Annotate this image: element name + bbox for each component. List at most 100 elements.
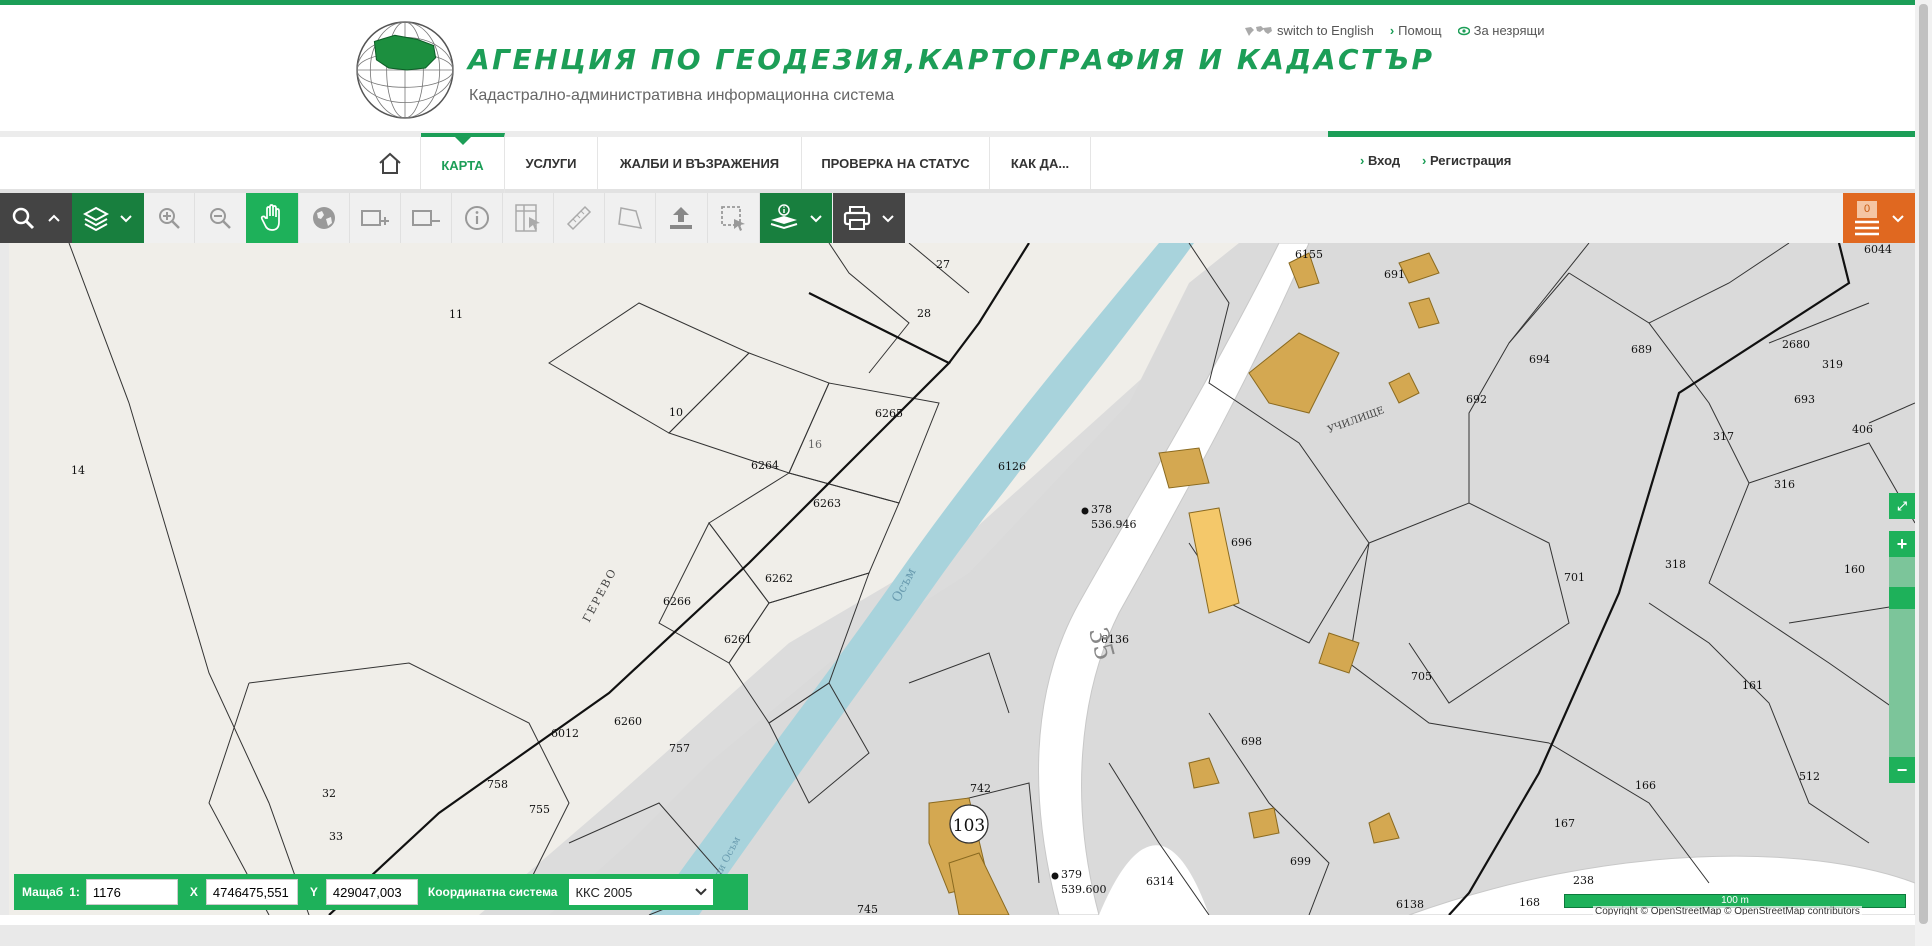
x-label: X xyxy=(189,885,198,899)
header-links: switch to English › Помощ За незрящи xyxy=(1243,23,1544,38)
chevron-right-icon: › xyxy=(1389,23,1395,38)
menu-lines-icon xyxy=(1855,220,1879,236)
parcel-number-label: 317 xyxy=(1713,430,1734,443)
block-number: 103 xyxy=(953,816,985,836)
street-gerevo-label: ГЕРЕВО xyxy=(580,565,620,624)
y-label: Y xyxy=(309,885,318,899)
parcel-number-label: 6044 xyxy=(1864,243,1892,256)
cadastral-map[interactable]: 27 28 11 10 6265 16 14 6264 6263 6126 6155 691 694 68… xyxy=(9,243,1915,915)
register-link[interactable]: › Регистрация xyxy=(1422,153,1511,168)
info-icon xyxy=(464,206,489,230)
parcel-number-label: 168 xyxy=(1519,896,1540,909)
cart-button[interactable]: 0 xyxy=(1843,193,1915,243)
tab-map[interactable]: КАРТА xyxy=(421,133,505,193)
main-navigation: КАРТА УСЛУГИ ЖАЛБИ И ВЪЗРАЖЕНИЯ ПРОВЕРКА… xyxy=(0,133,1915,193)
map-copyright: Copyright © OpenStreetMap © OpenStreetMa… xyxy=(1593,906,1862,915)
parcel-number-label: 32 xyxy=(322,787,336,800)
parcel-number-label: 696 xyxy=(1231,536,1252,549)
fullscreen-button[interactable]: ⤢ xyxy=(1889,493,1915,519)
map-bottom-edge xyxy=(0,915,1915,925)
parcel-number-label: 160 xyxy=(1844,563,1865,576)
globe-tool[interactable] xyxy=(298,193,350,243)
zoom-in-icon xyxy=(159,208,180,229)
parcel-number-label: 6138 xyxy=(1396,898,1424,911)
zoom-slider-handle[interactable] xyxy=(1889,587,1915,609)
layers-tool-button[interactable] xyxy=(72,193,144,243)
tab-status-check[interactable]: ПРОВЕРКА НА СТАТУС xyxy=(802,137,990,189)
print-icon xyxy=(843,206,871,230)
scrollbar-thumb[interactable] xyxy=(1919,4,1928,924)
accessibility-link[interactable]: За незрящи xyxy=(1457,23,1544,38)
parcel-number-label: 406 xyxy=(1852,423,1873,436)
parcel-number-label: 698 xyxy=(1241,735,1262,748)
cart-widget: 0 xyxy=(1853,198,1881,238)
parcel-number-label: 14 xyxy=(71,464,85,477)
parcel-number-label: 6262 xyxy=(765,572,793,585)
upload-tool[interactable] xyxy=(655,193,708,243)
tab-complaints[interactable]: ЖАЛБИ И ВЪЗРАЖЕНИЯ xyxy=(598,137,802,189)
zoom-out-button[interactable]: − xyxy=(1889,757,1915,783)
zoom-in-button[interactable]: + xyxy=(1889,531,1915,557)
search-tool-button[interactable] xyxy=(0,193,72,243)
coordinate-system-select[interactable]: ККС 2005 xyxy=(569,879,714,905)
table-select-icon xyxy=(514,204,540,232)
remove-area-tool[interactable] xyxy=(400,193,452,243)
parcel-number-label: 689 xyxy=(1631,343,1652,356)
print-tool[interactable] xyxy=(833,193,905,243)
switch-language-link[interactable]: switch to English xyxy=(1243,23,1374,38)
pan-hand-icon xyxy=(260,204,280,231)
login-link[interactable]: › Вход xyxy=(1360,153,1400,168)
zoom-in-tool[interactable] xyxy=(144,193,195,243)
benchmark-378-marker xyxy=(1081,507,1089,515)
parcel-number-label: 512 xyxy=(1799,770,1820,783)
parcel-number-label: 6260 xyxy=(614,715,642,728)
polygon-tool[interactable] xyxy=(604,193,656,243)
upload-icon xyxy=(670,207,692,229)
add-rect-icon xyxy=(360,210,389,226)
parcel-number-label: 316 xyxy=(1774,478,1795,491)
scale-label: Мащаб xyxy=(22,885,64,899)
home-button[interactable] xyxy=(360,137,421,189)
pan-tool[interactable] xyxy=(246,193,299,243)
parcel-number-label: 701 xyxy=(1564,571,1585,584)
page-footer xyxy=(0,925,1915,946)
scale-input[interactable] xyxy=(85,879,178,905)
globe-icon xyxy=(312,207,335,229)
x-coordinate-input[interactable] xyxy=(205,879,298,905)
chevron-down-icon xyxy=(1892,215,1904,223)
help-label: Помощ xyxy=(1398,23,1442,38)
parcel-number-label: 238 xyxy=(1573,874,1594,887)
measure-tool[interactable] xyxy=(553,193,605,243)
parcel-number-label: 6266 xyxy=(663,595,691,608)
tab-services[interactable]: УСЛУГИ xyxy=(505,137,598,189)
benchmark-378-elevation: 536.946 xyxy=(1091,518,1137,531)
add-area-tool[interactable] xyxy=(349,193,401,243)
agency-logo-globe-icon[interactable] xyxy=(354,19,456,121)
info-tool[interactable] xyxy=(451,193,503,243)
select-area-icon xyxy=(721,206,745,231)
page-scrollbar[interactable] xyxy=(1915,0,1932,946)
eye-icon xyxy=(1457,26,1470,35)
attribute-table-tool[interactable] xyxy=(502,193,554,243)
parcel-number-label: 6261 xyxy=(724,633,752,646)
site-header: АГЕНЦИЯ ПО ГЕОДЕЗИЯ,КАРТОГРАФИЯ И КАДАСТ… xyxy=(0,5,1915,133)
site-title[interactable]: АГЕНЦИЯ ПО ГЕОДЕЗИЯ,КАРТОГРАФИЯ И КАДАСТ… xyxy=(468,43,1434,76)
select-area-tool[interactable] xyxy=(707,193,760,243)
parcel-number-label: 6265 xyxy=(875,407,903,420)
parcel-number-label: 6263 xyxy=(813,497,841,510)
layer-info-tool[interactable] xyxy=(760,193,832,243)
y-coordinate-input[interactable] xyxy=(325,879,418,905)
parcel-number-label: 691 xyxy=(1384,268,1405,281)
register-label: Регистрация xyxy=(1429,153,1512,168)
parcel-number-label: 16 xyxy=(808,438,822,451)
zoom-out-tool[interactable] xyxy=(194,193,247,243)
help-link[interactable]: › Помощ xyxy=(1390,23,1442,38)
parcel-number-label: 758 xyxy=(487,778,508,791)
tab-how-to[interactable]: КАК ДА... xyxy=(990,137,1091,189)
parcel-number-label: 6126 xyxy=(998,460,1026,473)
coordinate-system-label: Координатна система xyxy=(427,885,558,899)
map-canvas[interactable]: 27 28 11 10 6265 16 14 6264 6263 6126 6155 691 694 68… xyxy=(9,243,1915,915)
coordinate-bar: Мащаб 1: X Y Координатна система ККС 200… xyxy=(14,874,748,910)
zoom-slider-track[interactable] xyxy=(1889,557,1915,757)
copyright-text[interactable]: Copyright © OpenStreetMap © OpenStreetMa… xyxy=(1595,906,1860,915)
